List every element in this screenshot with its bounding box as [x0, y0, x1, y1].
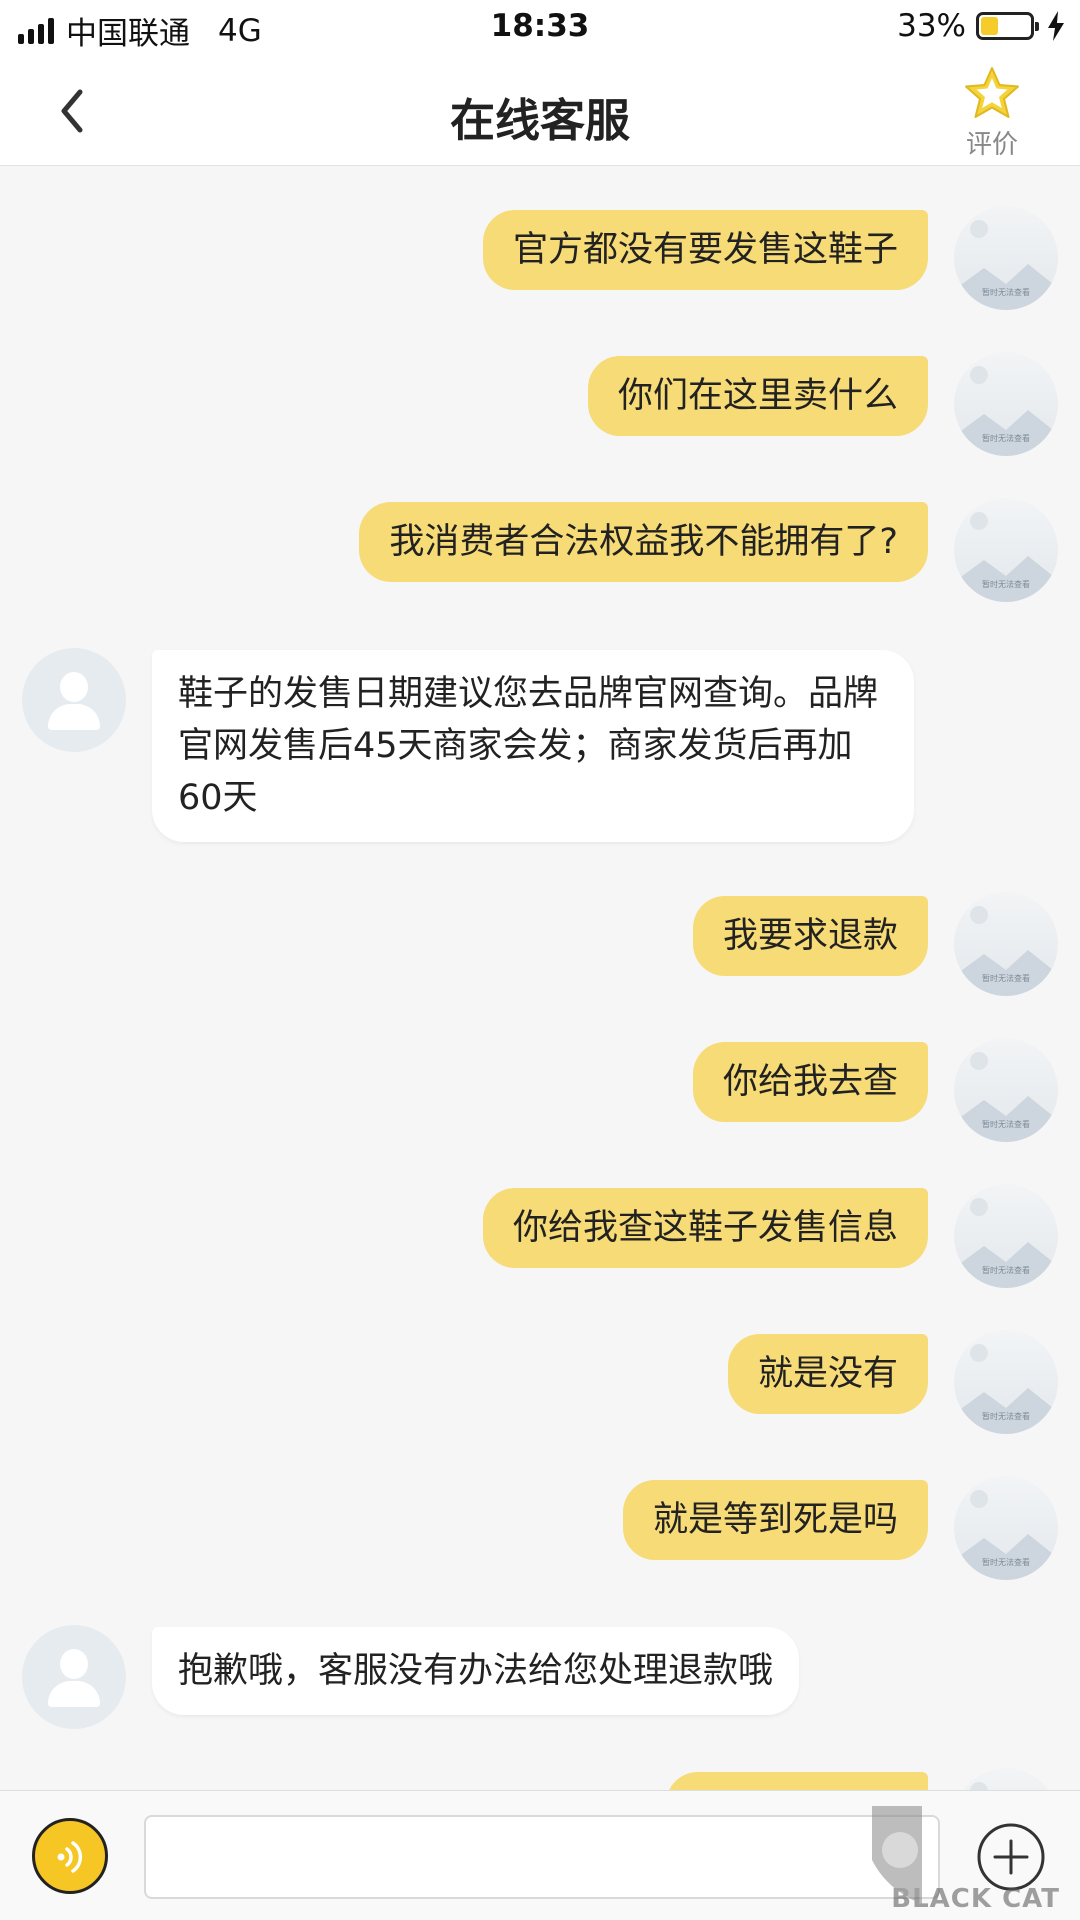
- rate-label: 评价: [965, 130, 1018, 160]
- watermark-text: BLACK CAT: [891, 1884, 1060, 1914]
- charging-bolt-icon: [1048, 11, 1064, 41]
- voice-button[interactable]: [32, 1818, 108, 1894]
- user-avatar[interactable]: 暂时无法查看: [954, 498, 1058, 602]
- avatar-placeholder-text: 暂时无法查看: [982, 1412, 1030, 1421]
- agent-avatar[interactable]: [22, 648, 126, 752]
- user-avatar[interactable]: 暂时无法查看: [954, 1476, 1058, 1580]
- watermark: BLACK CAT: [854, 1800, 1074, 1920]
- avatar-placeholder-text: 暂时无法查看: [982, 288, 1030, 297]
- message-bubble-sent-partial[interactable]: [666, 1772, 928, 1790]
- battery-icon: [976, 12, 1039, 40]
- nav-bar: 在线客服 评价: [0, 56, 1080, 166]
- user-avatar[interactable]: 暂时无法查看: [954, 892, 1058, 996]
- battery-fill: [981, 17, 998, 35]
- user-avatar[interactable]: 暂时无法查看: [954, 352, 1058, 456]
- star-icon: [965, 67, 1019, 118]
- voice-wave-icon: [57, 1841, 83, 1873]
- user-avatar[interactable]: 暂时无法查看: [954, 1184, 1058, 1288]
- avatar-placeholder-text: 暂时无法查看: [982, 974, 1030, 983]
- user-avatar[interactable]: 暂时无法查看: [954, 1038, 1058, 1142]
- avatar-placeholder-text: 暂时无法查看: [982, 434, 1030, 443]
- message-bubble-received[interactable]: 抱歉哦，客服没有办法给您处理退款哦: [152, 1627, 800, 1715]
- status-right: 33%: [897, 8, 1066, 44]
- message-bubble-received[interactable]: 鞋子的发售日期建议您去品牌官网查询。品牌官网发售后45天商家会发；商家发货后再加…: [152, 650, 914, 842]
- message-bubble-sent[interactable]: 我消费者合法权益我不能拥有了?: [359, 502, 928, 582]
- message-bubble-sent[interactable]: 就是没有: [727, 1334, 928, 1414]
- battery-percent: 33%: [897, 8, 966, 44]
- chat-area[interactable]: 官方都没有要发售这鞋子 暂时无法查看 你们在这里卖什么 暂时无法查看 我消费者合…: [0, 167, 1080, 1790]
- message-bubble-sent[interactable]: 你给我查这鞋子发售信息: [482, 1188, 928, 1268]
- page-title: 在线客服: [449, 94, 630, 147]
- avatar-placeholder-text: 暂时无法查看: [982, 1558, 1030, 1567]
- status-bar: 中国联通 4G 18:33 33%: [0, 0, 1080, 56]
- message-bubble-sent[interactable]: 我要求退款: [692, 896, 928, 976]
- avatar-placeholder-text: 暂时无法查看: [982, 1266, 1030, 1275]
- message-bubble-sent[interactable]: 官方都没有要发售这鞋子: [482, 210, 928, 290]
- rate-button[interactable]: 评价: [944, 64, 1040, 164]
- user-avatar[interactable]: 暂时无法查看: [954, 206, 1058, 310]
- agent-avatar[interactable]: [22, 1625, 126, 1729]
- message-bubble-sent[interactable]: 你给我去查: [692, 1042, 928, 1122]
- avatar-placeholder-text: 暂时无法查看: [982, 580, 1030, 589]
- user-avatar[interactable]: 暂时无法查看: [954, 1330, 1058, 1434]
- message-input[interactable]: [144, 1815, 940, 1899]
- message-bubble-sent[interactable]: 就是等到死是吗: [622, 1480, 928, 1560]
- user-avatar[interactable]: [954, 1768, 1058, 1790]
- message-bubble-sent[interactable]: 你们在这里卖什么: [587, 356, 928, 436]
- avatar-placeholder-text: 暂时无法查看: [982, 1120, 1030, 1129]
